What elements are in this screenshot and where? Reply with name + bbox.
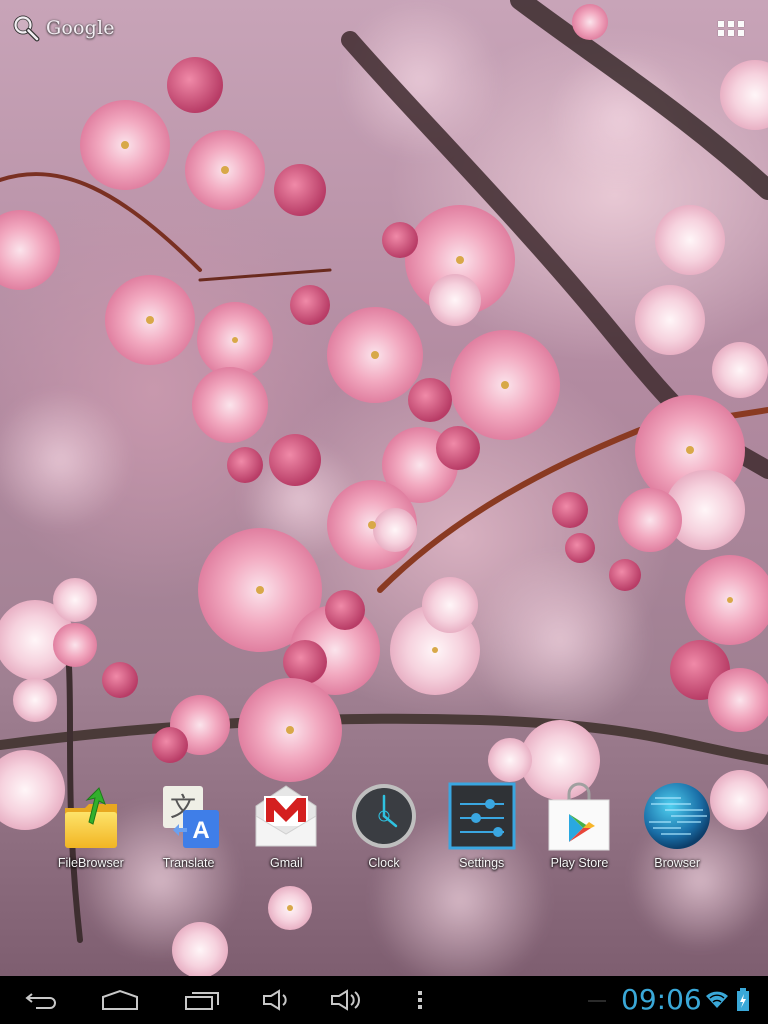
overflow-menu-icon <box>418 991 422 1009</box>
app-clock[interactable]: Clock <box>335 780 433 880</box>
recent-apps-button[interactable] <box>180 984 224 1016</box>
app-filebrowser[interactable]: FileBrowser <box>42 780 140 880</box>
app-label: Clock <box>368 856 400 870</box>
folder-arrow-icon <box>64 787 117 848</box>
search-icon <box>13 15 40 42</box>
settings-sliders-icon <box>448 782 516 850</box>
gmail-envelope-icon <box>255 785 317 847</box>
apps-grid-icon <box>718 20 724 27</box>
app-play-store[interactable]: Play Store <box>531 780 629 880</box>
app-label: Browser <box>654 856 701 870</box>
app-settings[interactable]: Settings <box>433 780 531 880</box>
play-store-bag-icon <box>548 782 610 851</box>
translate-icon: 文 A <box>162 786 219 848</box>
app-label: Settings <box>459 856 505 870</box>
volume-down-button[interactable] <box>256 984 296 1016</box>
svg-text:A: A <box>192 817 209 844</box>
status-clock[interactable]: 09:06 <box>621 984 702 1016</box>
recent-apps-icon <box>185 992 219 1010</box>
google-label: Google <box>46 17 115 39</box>
volume-up-button[interactable] <box>326 984 366 1016</box>
app-gmail[interactable]: Gmail <box>237 780 335 880</box>
app-label: Gmail <box>269 856 303 870</box>
back-icon <box>25 993 56 1009</box>
apps-grid-dot <box>728 20 734 27</box>
app-label: Translate <box>162 856 215 870</box>
app-dock: FileBrowser 文 A Translate Gmail Clock Se… <box>42 780 726 880</box>
all-apps-button[interactable] <box>716 17 746 39</box>
clock-icon <box>352 784 417 848</box>
back-button[interactable] <box>20 984 64 1016</box>
volume-down-icon <box>263 989 287 1011</box>
notification-divider <box>588 1000 606 1002</box>
apps-grid-dot <box>728 29 734 36</box>
volume-up-icon <box>331 989 360 1011</box>
app-translate[interactable]: 文 A Translate <box>140 780 238 880</box>
battery-charging-icon <box>737 988 749 1011</box>
apps-grid-dot <box>718 29 724 36</box>
apps-grid-dot <box>738 20 744 27</box>
app-label: FileBrowser <box>57 856 124 870</box>
home-icon <box>102 989 138 1010</box>
app-label: Play Store <box>550 856 609 870</box>
wifi-icon <box>706 991 728 1008</box>
globe-icon <box>644 783 711 849</box>
home-button[interactable] <box>98 984 142 1016</box>
app-browser[interactable]: Browser <box>628 780 726 880</box>
apps-grid-dot <box>738 29 744 36</box>
overflow-menu-button[interactable] <box>410 984 430 1016</box>
google-search-widget[interactable]: Google <box>12 12 115 44</box>
